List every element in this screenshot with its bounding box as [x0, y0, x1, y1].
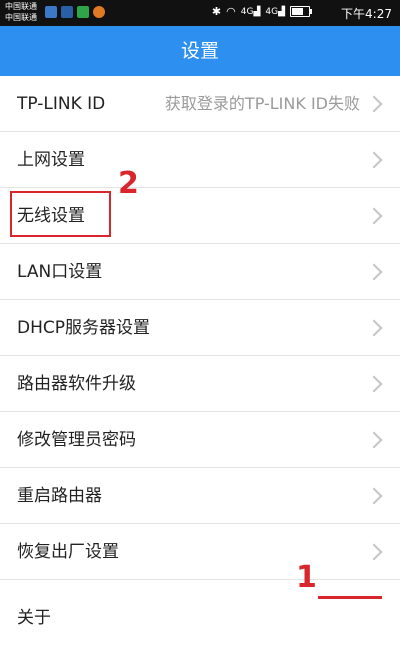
chevron-right-icon: [365, 487, 383, 505]
chevron-right-icon: [365, 319, 383, 337]
settings-item-firmware-upgrade[interactable]: 路由器软件升级: [0, 356, 400, 412]
signal-icon: 4G▟: [240, 6, 261, 17]
carrier-2: 中国联通: [5, 13, 37, 22]
notification-icons: [45, 6, 105, 18]
chevron-right-icon: [365, 95, 383, 113]
status-bar: 中国联通 中国联通 ✱ ◠ 4G▟ 4G▟ 下午4:27: [0, 0, 400, 26]
settings-item-tp-link-id[interactable]: TP-LINK ID 获取登录的TP-LINK ID失败: [0, 76, 400, 132]
app-notification-icon: [45, 6, 57, 18]
app-notification-icon: [61, 6, 73, 18]
bluetooth-icon: ✱: [211, 5, 222, 18]
settings-item-value: 获取登录的TP-LINK ID失败: [164, 94, 360, 113]
status-time: 下午4:27: [341, 7, 392, 21]
settings-item-label: 关于: [17, 608, 51, 628]
app-notification-icon: [77, 6, 89, 18]
wifi-icon: ◠: [226, 5, 236, 18]
settings-item-label: 修改管理员密码: [17, 430, 136, 450]
step-number-1: 1: [296, 560, 317, 595]
settings-item-label: LAN口设置: [17, 262, 103, 282]
signal-icon: 4G▟: [265, 6, 285, 17]
settings-item-label: 恢复出厂设置: [17, 542, 119, 562]
chevron-right-icon: [365, 431, 383, 449]
chevron-right-icon: [365, 263, 383, 281]
page-title: 设置: [180, 40, 219, 62]
chevron-right-icon: [365, 543, 383, 561]
settings-item-label: 重启路由器: [17, 486, 102, 506]
step-number-2: 2: [118, 166, 139, 201]
chevron-right-icon: [365, 151, 383, 169]
carrier-labels: 中国联通 中国联通: [5, 1, 37, 23]
wireless-highlight-box: [10, 191, 111, 237]
settings-item-label: 上网设置: [17, 150, 85, 170]
chevron-right-icon: [365, 207, 383, 225]
settings-item-dhcp[interactable]: DHCP服务器设置: [0, 300, 400, 356]
settings-item-about[interactable]: 关于: [0, 580, 400, 628]
settings-item-factory-reset[interactable]: 恢复出厂设置: [0, 524, 400, 580]
carrier-1: 中国联通: [5, 2, 37, 11]
settings-item-label: 路由器软件升级: [17, 374, 136, 394]
step-1-underline: [318, 596, 382, 599]
settings-item-admin-password[interactable]: 修改管理员密码: [0, 412, 400, 468]
settings-item-reboot[interactable]: 重启路由器: [0, 468, 400, 524]
app-notification-icon: [93, 6, 105, 18]
system-icons: ✱ ◠ 4G▟ 4G▟: [211, 5, 312, 18]
settings-item-label: DHCP服务器设置: [17, 318, 150, 338]
settings-item-internet[interactable]: 上网设置: [0, 132, 400, 188]
battery-icon: [290, 6, 312, 17]
settings-list: TP-LINK ID 获取登录的TP-LINK ID失败 上网设置 无线设置 L…: [0, 76, 400, 628]
settings-item-label: TP-LINK ID: [17, 94, 106, 114]
title-bar: 设置: [0, 26, 400, 76]
settings-item-lan[interactable]: LAN口设置: [0, 244, 400, 300]
chevron-right-icon: [365, 375, 383, 393]
